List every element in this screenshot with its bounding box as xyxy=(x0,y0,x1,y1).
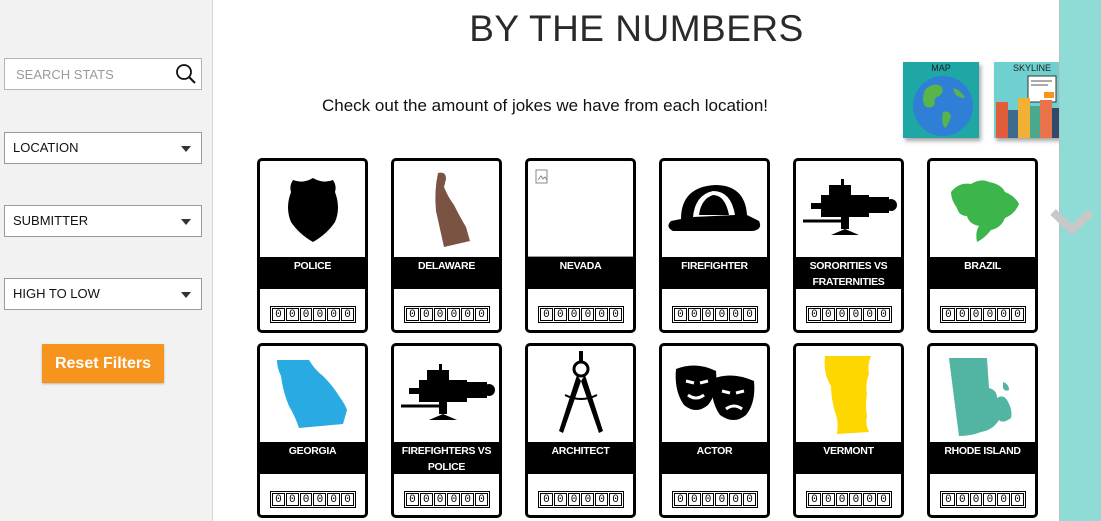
video-camera-icon xyxy=(394,346,499,442)
right-rail xyxy=(1059,0,1101,521)
joke-counter: 000000 xyxy=(404,491,490,508)
compass-icon xyxy=(528,346,633,442)
chevron-down-icon[interactable] xyxy=(1049,206,1095,238)
card-label: GEORGIA xyxy=(260,442,365,474)
card-label: SORORITIES VS FRATERNITIES xyxy=(796,257,901,289)
joke-counter: 000000 xyxy=(806,491,892,508)
stat-card-vermont[interactable]: VERMONT 000000 xyxy=(793,343,904,518)
joke-counter: 000000 xyxy=(404,306,490,323)
filter-sidebar: LOCATION SUBMITTER HIGH TO LOW Reset Fil… xyxy=(0,0,213,521)
sort-dropdown[interactable]: HIGH TO LOW xyxy=(4,278,202,310)
joke-counter: 000000 xyxy=(806,306,892,323)
card-label: BRAZIL xyxy=(930,257,1035,289)
joke-counter: 000000 xyxy=(538,306,624,323)
vermont-map-icon xyxy=(796,346,901,442)
submitter-dropdown[interactable]: SUBMITTER xyxy=(4,205,202,237)
reset-filters-button[interactable]: Reset Filters xyxy=(42,344,164,383)
joke-counter: 000000 xyxy=(672,306,758,323)
stat-card-firefighter[interactable]: FIREFIGHTER 000000 xyxy=(659,158,770,333)
stat-card-brazil[interactable]: BRAZIL 000000 xyxy=(927,158,1038,333)
location-dropdown[interactable]: LOCATION xyxy=(4,132,202,164)
georgia-map-icon xyxy=(260,346,365,442)
globe-icon xyxy=(913,76,973,136)
fire-helmet-icon xyxy=(662,161,767,257)
card-label: VERMONT xyxy=(796,442,901,474)
stat-card-rhode-island[interactable]: RHODE ISLAND 000000 xyxy=(927,343,1038,518)
stat-card-georgia[interactable]: GEORGIA 000000 xyxy=(257,343,368,518)
joke-counter: 000000 xyxy=(940,491,1026,508)
card-label: ARCHITECT xyxy=(528,442,633,474)
stat-card-police[interactable]: POLICE 000000 xyxy=(257,158,368,333)
search-input[interactable] xyxy=(5,59,165,89)
broken-image-icon xyxy=(528,161,633,257)
page-subtitle: Check out the amount of jokes we have fr… xyxy=(322,96,769,115)
joke-counter: 000000 xyxy=(270,306,356,323)
submitter-dropdown-value: SUBMITTER xyxy=(13,213,89,228)
rhode-island-map-icon xyxy=(930,346,1035,442)
brazil-map-icon xyxy=(930,161,1035,257)
card-label: RHODE ISLAND xyxy=(930,442,1035,474)
stat-card-nevada[interactable]: NEVADA 000000 xyxy=(525,158,636,333)
delaware-map-icon xyxy=(394,161,499,257)
joke-counter: 000000 xyxy=(672,491,758,508)
sort-dropdown-value: HIGH TO LOW xyxy=(13,286,100,301)
stat-card-architect[interactable]: ARCHITECT 000000 xyxy=(525,343,636,518)
theater-masks-icon xyxy=(662,346,767,442)
stat-card-actor[interactable]: ACTOR 000000 xyxy=(659,343,770,518)
chevron-down-icon xyxy=(181,146,191,152)
skyline-view-label: SKYLINE xyxy=(1012,63,1052,73)
location-dropdown-value: LOCATION xyxy=(13,140,79,155)
card-label: ACTOR xyxy=(662,442,767,474)
joke-counter: 000000 xyxy=(270,491,356,508)
map-view-tile[interactable]: MAP xyxy=(903,62,979,138)
stat-card-delaware[interactable]: DELAWARE 000000 xyxy=(391,158,502,333)
police-badge-icon xyxy=(260,161,365,257)
page-title: BY THE NUMBERS xyxy=(469,8,804,49)
map-view-label: MAP xyxy=(931,63,951,73)
card-label: POLICE xyxy=(260,257,365,289)
stat-card-firefighters-vs-police[interactable]: FIREFIGHTERS VS POLICE 000000 xyxy=(391,343,502,518)
search-icon[interactable] xyxy=(175,63,197,85)
stat-card-sororities-vs-fraternities[interactable]: SORORITIES VS FRATERNITIES 000000 xyxy=(793,158,904,333)
chevron-down-icon xyxy=(181,219,191,225)
video-camera-icon xyxy=(796,161,901,257)
card-label: NEVADA xyxy=(528,257,633,289)
joke-counter: 000000 xyxy=(940,306,1026,323)
chevron-down-icon xyxy=(181,292,191,298)
joke-counter: 000000 xyxy=(538,491,624,508)
card-label: FIREFIGHTERS VS POLICE xyxy=(394,442,499,474)
card-label: DELAWARE xyxy=(394,257,499,289)
card-label: FIREFIGHTER xyxy=(662,257,767,289)
search-box xyxy=(4,58,202,90)
